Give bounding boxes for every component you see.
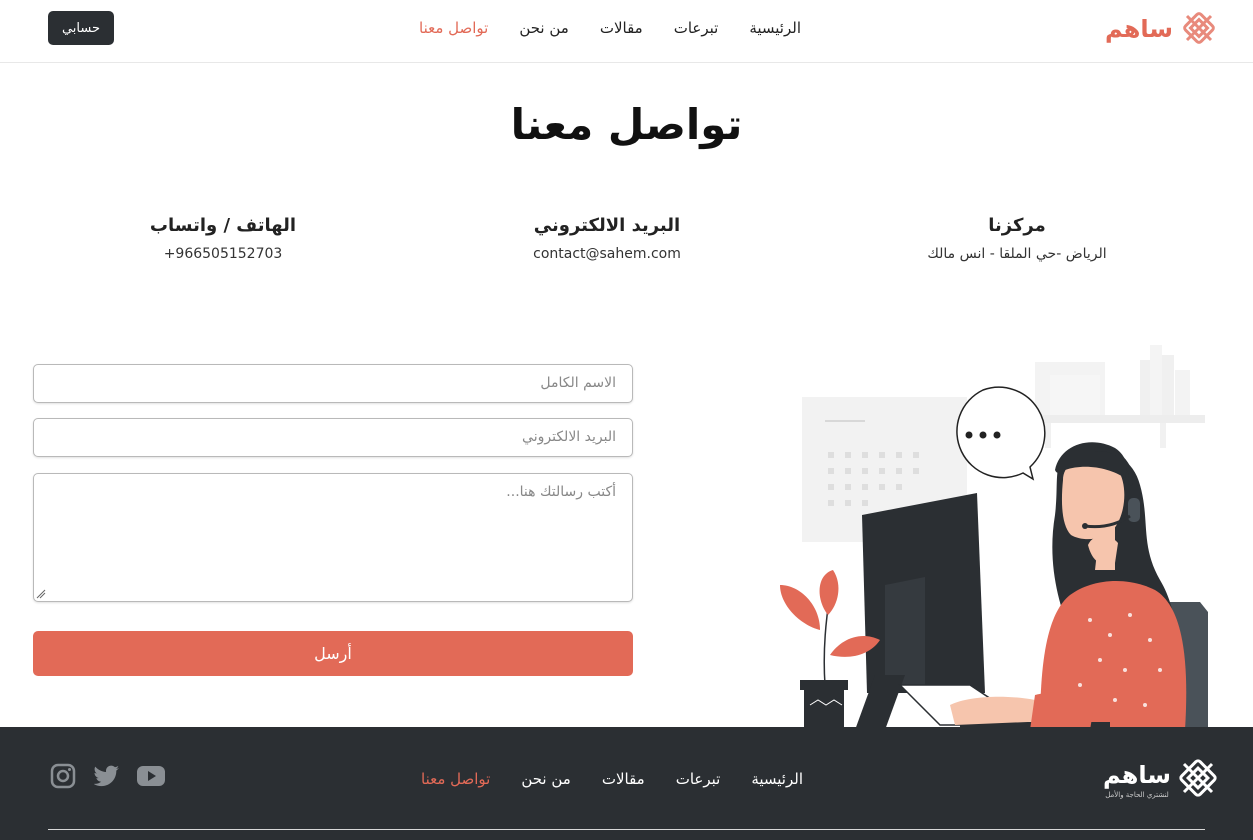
nav-item-home[interactable]: الرئيسية — [749, 19, 801, 37]
footer-nav-item-articles[interactable]: مقالات — [602, 770, 645, 788]
name-input[interactable]: الاسم الكامل — [33, 364, 633, 403]
account-button[interactable]: حسابي — [48, 11, 114, 45]
location-value: الرياض -حي الملقا - انس مالك — [927, 246, 1107, 262]
message-placeholder: أكتب رسالتك هنا... — [506, 484, 616, 500]
site-footer: ساهم لنشتري الحاجة والأمل الرئيسية تبرعا… — [0, 727, 1253, 840]
twitter-icon[interactable] — [92, 761, 122, 791]
message-textarea[interactable]: أكتب رسالتك هنا... — [33, 473, 633, 602]
shelf-illustration — [1030, 345, 1205, 448]
site-logo[interactable]: ساهم — [1097, 10, 1217, 46]
contact-email: البريد الالكتروني contact@sahem.com — [477, 215, 737, 262]
footer-nav-item-contact[interactable]: تواصل معنا — [421, 770, 490, 788]
main-nav: الرئيسية تبرعات مقالات من نحن تواصل معنا — [419, 0, 801, 56]
instagram-icon[interactable] — [48, 761, 78, 791]
phone-label: الهاتف / واتساب — [149, 215, 297, 236]
location-label: مركزنا — [988, 215, 1046, 236]
contact-location: مركزنا الرياض -حي الملقا - انس مالك — [887, 215, 1147, 262]
nav-item-contact[interactable]: تواصل معنا — [419, 19, 488, 37]
footer-logo-text: ساهم — [1103, 761, 1171, 789]
nav-item-about[interactable]: من نحن — [519, 19, 569, 37]
footer-logo-tagline: لنشتري الحاجة والأمل — [1105, 790, 1169, 799]
footer-logo[interactable]: ساهم لنشتري الحاجة والأمل — [1097, 757, 1217, 801]
phone-value[interactable]: +966505152703 — [93, 246, 353, 262]
footer-nav-item-donations[interactable]: تبرعات — [676, 770, 721, 788]
support-agent-illustration — [780, 345, 1208, 730]
email-label: البريد الالكتروني — [533, 215, 681, 236]
site-header: حسابي الرئيسية تبرعات مقالات من نحن تواص… — [0, 0, 1253, 63]
contact-phone: الهاتف / واتساب +966505152703 — [93, 215, 353, 262]
footer-nav: الرئيسية تبرعات مقالات من نحن تواصل معنا — [421, 751, 803, 807]
footer-divider — [48, 829, 1205, 830]
logo-mark-icon — [1183, 12, 1215, 44]
page-title: تواصل معنا — [510, 100, 743, 149]
send-button[interactable]: أرسل — [33, 631, 633, 676]
social-links — [48, 761, 166, 791]
logo-text: ساهم — [1105, 15, 1173, 43]
footer-nav-item-about[interactable]: من نحن — [521, 770, 571, 788]
footer-nav-item-home[interactable]: الرئيسية — [751, 770, 803, 788]
email-input[interactable]: البريد الالكتروني — [33, 418, 633, 457]
email-value[interactable]: contact@sahem.com — [477, 246, 737, 262]
nav-item-donations[interactable]: تبرعات — [674, 19, 719, 37]
logo-mark-icon — [1179, 759, 1217, 797]
youtube-icon[interactable] — [136, 761, 166, 791]
nav-item-articles[interactable]: مقالات — [600, 19, 643, 37]
speech-bubble-icon — [956, 386, 1046, 481]
resize-grip-icon[interactable] — [36, 589, 46, 599]
